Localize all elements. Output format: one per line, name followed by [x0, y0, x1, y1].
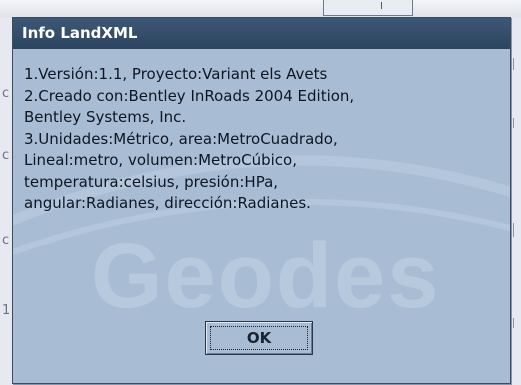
dialog-title: Info LandXML: [22, 24, 138, 42]
background-glyph: c: [2, 86, 10, 101]
background-tick: [513, 223, 514, 237]
screen: c c c 1 Info LandXML Geodes 1.Versión:1.…: [0, 0, 521, 385]
watermark-text: Geodes: [91, 225, 440, 327]
background-tab-mark: [381, 2, 382, 9]
background-glyph: 1: [2, 303, 11, 318]
background-tick: [513, 318, 514, 328]
landxml-info-message: 1.Versión:1.1, Proyecto:Variant els Avet…: [24, 64, 504, 215]
dialog-body: Geodes 1.Versión:1.1, Proyecto:Variant e…: [13, 49, 510, 383]
message-line: angular:Radianes, dirección:Radianes.: [24, 194, 311, 212]
ok-button-label: OK: [210, 326, 308, 350]
background-tab: [323, 0, 413, 16]
message-line: Lineal:metro, volumen:MetroCúbico,: [24, 151, 298, 169]
background-glyph: c: [2, 233, 10, 248]
background-tick: [513, 118, 514, 128]
message-line: 2.Creado con:Bentley InRoads 2004 Editio…: [24, 86, 355, 105]
message-line: 3.Unidades:Métrico, area:MetroCuadrado,: [24, 129, 338, 148]
background-window-top: [0, 0, 521, 18]
message-line: Bentley Systems, Inc.: [24, 108, 187, 126]
message-line: temperatura:celsius, presión:HPa,: [24, 172, 279, 191]
background-tick: [513, 58, 514, 70]
ok-button[interactable]: OK: [205, 321, 313, 355]
background-glyph: c: [2, 148, 10, 163]
landxml-info-dialog: Info LandXML Geodes 1.Versión:1.1, Proye…: [12, 17, 511, 384]
message-line: 1.Versión:1.1, Proyecto:Variant els Avet…: [24, 65, 328, 83]
dialog-titlebar[interactable]: Info LandXML: [13, 18, 510, 49]
